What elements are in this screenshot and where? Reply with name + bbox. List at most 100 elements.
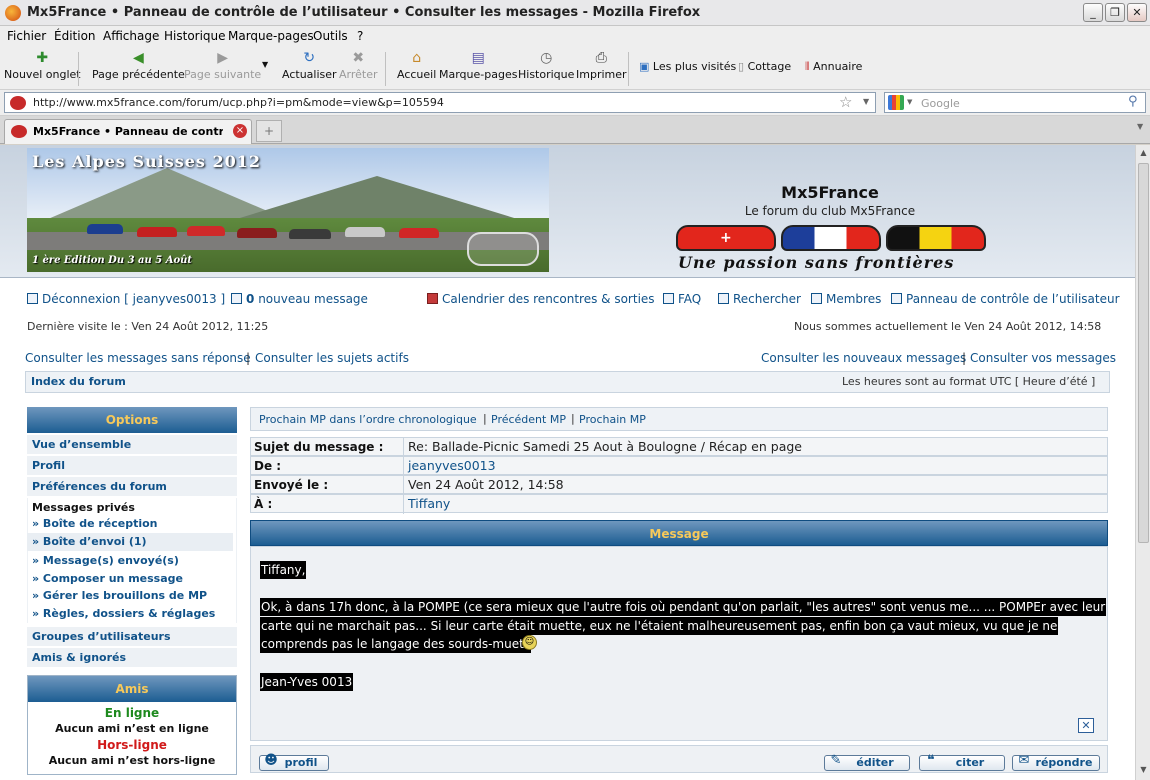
your-posts-link[interactable]: Consulter vos messages xyxy=(970,351,1116,365)
maximize-button[interactable]: ❐ xyxy=(1105,3,1125,22)
url-row: http://www.mx5france.com/forum/ucp.php?i… xyxy=(0,90,1150,116)
page-icon: ▯ xyxy=(738,60,745,73)
menu-historique[interactable]: Historique xyxy=(164,29,226,43)
ucp-link[interactable]: Panneau de contrôle de l’utilisateur xyxy=(891,292,1120,306)
site-name[interactable]: Mx5France xyxy=(650,183,1010,202)
members-link[interactable]: Membres xyxy=(811,292,881,306)
sidebar-item-overview[interactable]: Vue d’ensemble xyxy=(27,435,237,455)
history-button[interactable]: ◷ Historique xyxy=(518,50,574,81)
search-input[interactable]: ▼ Google ⚲ xyxy=(884,92,1146,113)
sidebar-item-compose[interactable]: » Composer un message xyxy=(27,570,233,588)
tab-strip: Mx5France • Panneau de contrôle d... × +… xyxy=(0,116,1150,144)
search-magnifier-icon[interactable]: ⚲ xyxy=(1128,94,1138,109)
sidebar-item-usergroups[interactable]: Groupes d’utilisateurs xyxy=(27,627,237,647)
new-tab-label: Nouvel onglet xyxy=(4,68,81,81)
vertical-scrollbar[interactable]: ▲ ▼ xyxy=(1135,145,1150,780)
unanswered-posts-link[interactable]: Consulter les messages sans réponse xyxy=(25,351,251,365)
quote-button[interactable]: ❝ citer xyxy=(919,753,1005,771)
sidebar-item-profile[interactable]: Profil xyxy=(27,456,237,476)
stop-button[interactable]: ✖ Arrêter xyxy=(339,50,378,81)
site-favicon xyxy=(10,96,26,110)
back-arrow-icon: ◀ xyxy=(133,50,144,66)
menu-help[interactable]: ? xyxy=(357,29,363,43)
bookmark-cottage[interactable]: ▯ Cottage xyxy=(738,60,791,73)
forum-index-link[interactable]: Index du forum xyxy=(31,375,126,388)
new-tab-plus-button[interactable]: + xyxy=(256,120,282,142)
search-link[interactable]: Rechercher xyxy=(718,292,801,306)
menu-fichier[interactable]: Fichier xyxy=(7,29,46,43)
pm-section-title: Messages privés xyxy=(32,501,135,514)
forward-button[interactable]: ▶ Page suivante xyxy=(184,50,261,81)
close-window-button[interactable]: ✕ xyxy=(1127,3,1147,22)
reply-icon: ✉ xyxy=(1018,753,1030,768)
sidebar-item-outbox[interactable]: » Boîte d’envoi (1) xyxy=(27,533,233,551)
sidebar-item-inbox[interactable]: » Boîte de réception xyxy=(27,515,233,533)
home-label: Accueil xyxy=(397,68,437,81)
row-divider xyxy=(403,438,404,457)
bookmarks-button[interactable]: ▤ Marque-pages xyxy=(439,50,517,81)
delete-x-icon[interactable]: ✕ xyxy=(1078,718,1094,733)
scroll-up-arrow-icon[interactable]: ▲ xyxy=(1138,148,1149,160)
toolbar-separator xyxy=(78,52,79,86)
new-messages-link[interactable]: 0 nouveau message xyxy=(231,292,368,306)
star-icon[interactable]: ☆ xyxy=(839,93,852,111)
tab-label: Mx5France • Panneau de contrôle d... xyxy=(33,125,223,138)
search-engine-dropdown-icon[interactable]: ▼ xyxy=(907,98,912,106)
message-line: Ok, à dans 17h donc, à la POMPE (ce sera… xyxy=(260,598,1107,616)
bookmark-annuaire[interactable]: ⫴ Annuaire xyxy=(805,60,862,74)
active-topics-link[interactable]: Consulter les sujets actifs xyxy=(255,351,409,365)
edit-button[interactable]: ✎ éditer xyxy=(824,753,910,771)
from-user-link[interactable]: jeanyves0013 xyxy=(408,458,496,473)
scroll-down-arrow-icon[interactable]: ▼ xyxy=(1138,765,1149,777)
reply-button[interactable]: ✉ répondre xyxy=(1012,753,1100,771)
sidebar-item-sent[interactable]: » Message(s) envoyé(s) xyxy=(27,552,233,570)
swiss-flag-car-icon: + xyxy=(676,225,776,251)
close-tab-icon[interactable]: × xyxy=(233,124,247,138)
new-posts-link[interactable]: Consulter les nouveaux messages xyxy=(761,351,966,365)
new-tab-button[interactable]: ✚ Nouvel onglet xyxy=(4,50,81,81)
print-button[interactable]: ⎙ Imprimer xyxy=(576,50,627,81)
next-chrono-link[interactable]: Prochain MP dans l’ordre chronologique xyxy=(259,413,477,426)
previous-pm-link[interactable]: Précédent MP xyxy=(491,413,566,426)
calendar-link[interactable]: Calendrier des rencontres & sorties xyxy=(427,292,655,306)
minimize-button[interactable]: _ xyxy=(1083,3,1103,22)
sidebar-item-rules[interactable]: » Règles, dossiers & réglages xyxy=(27,605,233,623)
logout-link[interactable]: Déconnexion [ jeanyves0013 ] xyxy=(27,292,225,306)
url-input[interactable]: http://www.mx5france.com/forum/ucp.php?i… xyxy=(4,92,876,113)
row-divider xyxy=(403,495,404,514)
to-user-link[interactable]: Tiffany xyxy=(408,496,450,511)
url-text[interactable]: http://www.mx5france.com/forum/ucp.php?i… xyxy=(33,96,444,109)
tab-list-dropdown-icon[interactable]: ▼ xyxy=(1137,122,1143,131)
menu-outils[interactable]: Outils xyxy=(313,29,348,43)
back-button[interactable]: ◀ Page précédente xyxy=(92,50,185,81)
next-pm-link[interactable]: Prochain MP xyxy=(579,413,646,426)
reply-button-label: répondre xyxy=(1035,756,1093,769)
message-line: carte qui ne marchait pas... Si leur car… xyxy=(260,617,1059,635)
sidebar-item-drafts[interactable]: » Gérer les brouillons de MP xyxy=(27,587,233,605)
faq-link[interactable]: FAQ xyxy=(663,292,701,306)
tab-mx5france[interactable]: Mx5France • Panneau de contrôle d... × xyxy=(4,119,252,144)
toolbar-separator xyxy=(628,52,629,86)
row-divider xyxy=(403,457,404,476)
bookmark-most-visited[interactable]: ▣ Les plus visités xyxy=(639,60,736,73)
profile-button[interactable]: ☻ profil xyxy=(259,753,329,771)
sidebar-item-preferences[interactable]: Préférences du forum xyxy=(27,477,237,497)
scrollbar-thumb[interactable] xyxy=(1138,163,1149,543)
menu-marque-pages[interactable]: Marque-pages xyxy=(228,29,314,43)
history-label: Historique xyxy=(518,68,575,81)
reload-button[interactable]: ↻ Actualiser xyxy=(282,50,337,81)
photo-car xyxy=(87,224,123,234)
members-label: Membres xyxy=(826,292,882,306)
message-actions: ☻ profil ✎ éditer ❝ citer ✉ répondre xyxy=(250,745,1108,773)
sidebar-item-friends-foes[interactable]: Amis & ignorés xyxy=(27,648,237,668)
home-button[interactable]: ⌂ Accueil xyxy=(397,50,436,81)
search-placeholder: Google xyxy=(921,97,960,110)
url-dropdown-icon[interactable]: ▼ xyxy=(863,97,869,106)
history-dropdown-icon[interactable]: ▼ xyxy=(262,60,268,69)
menu-edition[interactable]: Édition xyxy=(54,29,96,43)
menu-affichage[interactable]: Affichage xyxy=(103,29,159,43)
pipe-separator: | xyxy=(962,351,967,365)
photo-title: Les Alpes Suisses 2012 xyxy=(32,152,262,171)
breadcrumb: Index du forum Les heures sont au format… xyxy=(25,371,1110,393)
mx5-logo-icon xyxy=(467,232,539,266)
